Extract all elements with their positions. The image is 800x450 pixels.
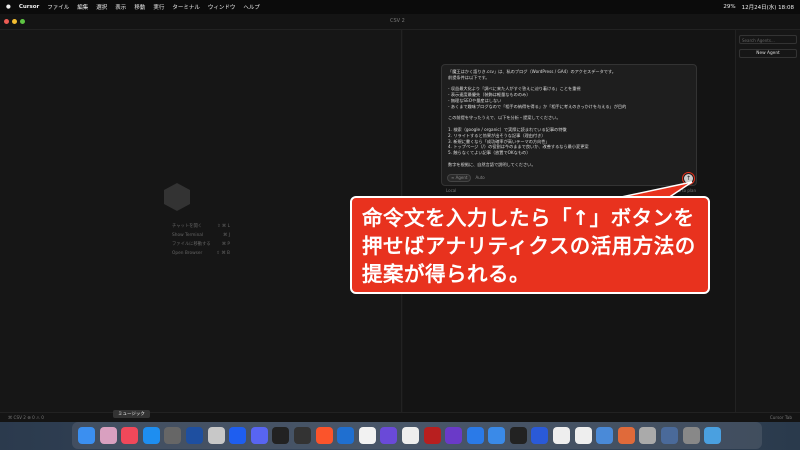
dock-app-icon[interactable] <box>142 427 160 444</box>
dock-app-icon[interactable] <box>401 427 419 444</box>
dock <box>72 422 762 449</box>
dock-app-icon[interactable] <box>121 427 139 444</box>
dock-app-icon[interactable] <box>164 427 182 444</box>
dock-app-icon[interactable] <box>207 427 225 444</box>
dock-app-icon[interactable] <box>337 427 355 444</box>
dock-app-icon[interactable] <box>358 427 376 444</box>
dock-app-icon[interactable] <box>704 427 722 444</box>
dock-app-icon[interactable] <box>596 427 614 444</box>
status-left[interactable]: ⌘ CSV 2 ⊗ 0 ⚠ 0 <box>8 415 44 420</box>
dock-app-icon[interactable] <box>574 427 592 444</box>
dock-app-icon[interactable] <box>229 427 247 444</box>
dock-app-icon[interactable] <box>661 427 679 444</box>
dock-app-icon[interactable] <box>466 427 484 444</box>
dock-app-icon[interactable] <box>531 427 549 444</box>
dock-app-icon[interactable] <box>185 427 203 444</box>
dock-tooltip: ミュージック <box>113 410 150 418</box>
status-cursor-tab[interactable]: Cursor Tab <box>770 415 792 420</box>
dock-app-icon[interactable] <box>78 427 95 444</box>
dock-app-icon[interactable] <box>617 427 635 444</box>
dock-app-icon[interactable] <box>315 427 333 444</box>
dock-app-icon[interactable] <box>250 427 268 444</box>
dock-app-icon[interactable] <box>509 427 527 444</box>
annotation-callout: 命令文を入力したら「↑」ボタンを押せばアナリティクスの活用方法の提案が得られる。 <box>350 196 710 294</box>
dock-app-icon[interactable] <box>272 427 290 444</box>
dock-app-icon[interactable] <box>423 427 441 444</box>
dock-app-icon[interactable] <box>553 427 571 444</box>
dock-app-icon[interactable] <box>293 427 311 444</box>
dock-app-icon[interactable] <box>445 427 463 444</box>
dock-app-icon[interactable] <box>380 427 398 444</box>
dock-app-icon[interactable] <box>488 427 506 444</box>
dock-app-icon[interactable] <box>99 427 117 444</box>
dock-app-icon[interactable] <box>639 427 657 444</box>
dock-app-icon[interactable] <box>682 427 700 444</box>
